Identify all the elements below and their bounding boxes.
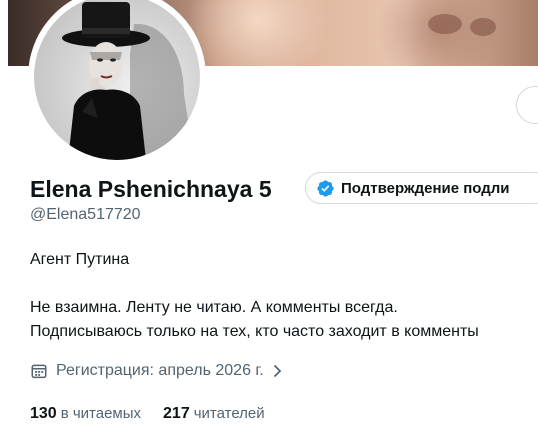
- user-handle: @Elena517720: [30, 206, 141, 223]
- avatar-image: [34, 0, 200, 160]
- following-link[interactable]: 130 в читаемых: [30, 405, 141, 423]
- joined-date: Регистрация: апрель 2026 г.: [56, 362, 264, 379]
- get-verified-label: Подтверждение подли: [341, 179, 510, 197]
- display-name-row: Elena Pshenichnaya 5: [30, 174, 272, 204]
- chevron-right-icon: [270, 364, 284, 378]
- edit-profile-button[interactable]: [516, 86, 538, 124]
- verified-check-icon: [316, 179, 335, 198]
- follow-stats: 130 в читаемых 217 читателей: [30, 405, 287, 423]
- followers-label: читателей: [193, 405, 265, 422]
- avatar[interactable]: [28, 0, 206, 166]
- joined-date-link[interactable]: Регистрация: апрель 2026 г.: [30, 362, 284, 380]
- display-name: Elena Pshenichnaya 5: [30, 175, 272, 202]
- bio-line: Не взаимна. Ленту не читаю. А комменты в…: [30, 299, 398, 316]
- followers-count: 217: [163, 405, 190, 422]
- following-label: в читаемых: [60, 405, 142, 422]
- bio-line: Агент Путина: [30, 251, 130, 268]
- bio-line: Подписываюсь только на тех, кто часто за…: [30, 323, 479, 340]
- get-verified-button[interactable]: Подтверждение подли: [305, 172, 538, 204]
- calendar-icon: [30, 362, 48, 380]
- followers-link[interactable]: 217 читателей: [163, 405, 265, 423]
- following-count: 130: [30, 405, 57, 422]
- bio: Агент Путина Не взаимна. Ленту не читаю.…: [30, 248, 479, 344]
